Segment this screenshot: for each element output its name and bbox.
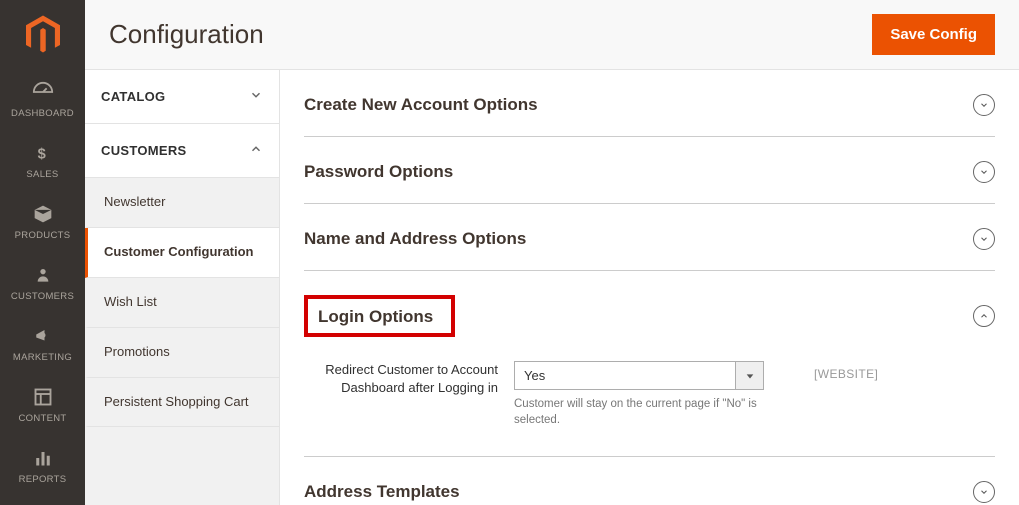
- config-tabs: CATALOG CUSTOMERS Newsletter Customer Co…: [85, 70, 280, 505]
- tab-catalog[interactable]: CATALOG: [85, 70, 279, 124]
- scope-label: [WEBSITE]: [814, 361, 878, 381]
- highlight-annotation: Login Options: [304, 295, 455, 337]
- magento-logo[interactable]: [0, 0, 85, 70]
- page-title: Configuration: [109, 19, 872, 50]
- nav-dashboard[interactable]: DASHBOARD: [0, 70, 85, 131]
- nav-products[interactable]: PRODUCTS: [0, 192, 85, 253]
- gauge-icon: [4, 80, 81, 104]
- chevron-up-icon: [249, 142, 263, 159]
- svg-text:$: $: [37, 146, 45, 162]
- bars-icon: [4, 446, 81, 470]
- section-title: Address Templates: [304, 482, 973, 502]
- expand-icon: [973, 228, 995, 250]
- nav-label: DASHBOARD: [4, 108, 81, 119]
- expand-icon: [973, 481, 995, 503]
- section-title: Name and Address Options: [304, 229, 973, 249]
- nav-label: REPORTS: [4, 474, 81, 485]
- nav-label: CUSTOMERS: [4, 291, 81, 302]
- nav-label: MARKETING: [4, 352, 81, 363]
- nav-customers[interactable]: CUSTOMERS: [0, 253, 85, 314]
- redirect-help-text: Customer will stay on the current page i…: [514, 396, 764, 428]
- section-title: Password Options: [304, 162, 973, 182]
- section-title-text: Login Options: [318, 307, 433, 326]
- dollar-icon: $: [4, 141, 81, 165]
- admin-sidebar: DASHBOARD $ SALES PRODUCTS CUSTOMERS MAR…: [0, 0, 85, 505]
- tab-label: CATALOG: [101, 89, 165, 104]
- tab-label: CUSTOMERS: [101, 143, 187, 158]
- nav-label: CONTENT: [4, 413, 81, 424]
- person-icon: [4, 263, 81, 287]
- section-address-templates[interactable]: Address Templates: [304, 457, 995, 505]
- nav-label: PRODUCTS: [4, 230, 81, 241]
- megaphone-icon: [4, 324, 81, 348]
- nav-sales[interactable]: $ SALES: [0, 131, 85, 192]
- subtab-wish-list[interactable]: Wish List: [85, 278, 279, 328]
- select-value: Yes: [514, 361, 736, 390]
- caret-down-icon: [736, 361, 764, 390]
- nav-label: SALES: [4, 169, 81, 180]
- box-icon: [4, 202, 81, 226]
- page-header: Configuration Save Config: [85, 0, 1019, 70]
- section-create-account[interactable]: Create New Account Options: [304, 70, 995, 137]
- redirect-select[interactable]: Yes: [514, 361, 764, 390]
- nav-reports[interactable]: REPORTS: [0, 436, 85, 497]
- config-panel: Create New Account Options Password Opti…: [280, 70, 1019, 505]
- nav-marketing[interactable]: MARKETING: [0, 314, 85, 375]
- section-name-address[interactable]: Name and Address Options: [304, 204, 995, 271]
- section-password[interactable]: Password Options: [304, 137, 995, 204]
- expand-icon: [973, 94, 995, 116]
- chevron-down-icon: [249, 88, 263, 105]
- login-options-fields: Redirect Customer to Account Dashboard a…: [304, 341, 995, 457]
- layout-icon: [4, 385, 81, 409]
- expand-icon: [973, 161, 995, 183]
- collapse-icon: [973, 305, 995, 327]
- subtab-customer-configuration[interactable]: Customer Configuration: [85, 228, 279, 278]
- nav-content[interactable]: CONTENT: [0, 375, 85, 436]
- section-login-options[interactable]: Login Options: [304, 271, 995, 341]
- save-config-button[interactable]: Save Config: [872, 14, 995, 55]
- section-title: Create New Account Options: [304, 95, 973, 115]
- section-title: Login Options: [304, 295, 973, 337]
- subtab-persistent-shopping-cart[interactable]: Persistent Shopping Cart: [85, 378, 279, 428]
- tab-customers[interactable]: CUSTOMERS: [85, 124, 279, 178]
- subtab-promotions[interactable]: Promotions: [85, 328, 279, 378]
- subtab-newsletter[interactable]: Newsletter: [85, 178, 279, 228]
- redirect-field-label: Redirect Customer to Account Dashboard a…: [304, 361, 514, 428]
